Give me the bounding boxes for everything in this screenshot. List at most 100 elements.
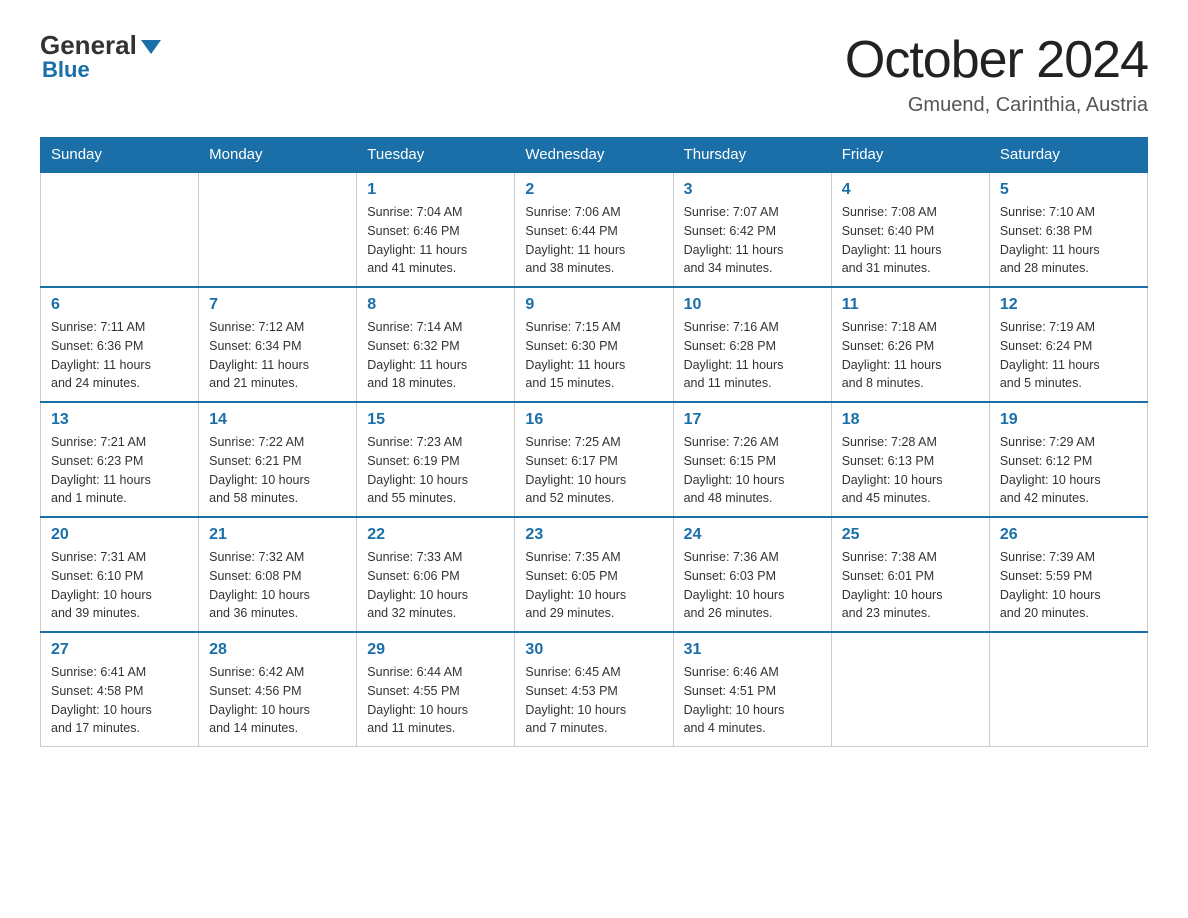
day-number: 16	[525, 411, 662, 429]
page-header: General Blue October 2024 Gmuend, Carint…	[40, 30, 1148, 117]
day-info: Sunrise: 7:35 AMSunset: 6:05 PMDaylight:…	[525, 548, 662, 623]
day-header-sunday: Sunday	[41, 138, 199, 173]
day-number: 18	[842, 411, 979, 429]
day-number: 31	[684, 641, 821, 659]
calendar-cell: 5Sunrise: 7:10 AMSunset: 6:38 PMDaylight…	[989, 172, 1147, 287]
calendar-cell: 6 Sunrise: 7:11 AMSunset: 6:36 PMDaylight…	[41, 287, 199, 402]
calendar-cell: 27 Sunrise: 6:41 AMSunset: 4:58 PMDayligh…	[41, 632, 199, 747]
calendar-cell: 11Sunrise: 7:18 AMSunset: 6:26 PMDayligh…	[831, 287, 989, 402]
calendar-cell: 31 Sunrise: 6:46 AMSunset: 4:51 PMDayligh…	[673, 632, 831, 747]
day-info: Sunrise: 7:11 AMSunset: 6:36 PMDaylight:…	[51, 318, 188, 393]
day-number: 14	[209, 411, 346, 429]
day-info: Sunrise: 7:08 AMSunset: 6:40 PMDaylight:…	[842, 203, 979, 278]
calendar-cell: 7 Sunrise: 7:12 AMSunset: 6:34 PMDaylight…	[199, 287, 357, 402]
day-info: Sunrise: 7:32 AMSunset: 6:08 PMDaylight:…	[209, 548, 346, 623]
day-number: 13	[51, 411, 188, 429]
day-info: Sunrise: 7:07 AMSunset: 6:42 PMDaylight:…	[684, 203, 821, 278]
day-number: 9	[525, 296, 662, 314]
day-info: Sunrise: 7:26 AMSunset: 6:15 PMDaylight:…	[684, 433, 821, 508]
day-info: Sunrise: 7:12 AMSunset: 6:34 PMDaylight:…	[209, 318, 346, 393]
week-row-2: 6 Sunrise: 7:11 AMSunset: 6:36 PMDaylight…	[41, 287, 1148, 402]
week-row-5: 27 Sunrise: 6:41 AMSunset: 4:58 PMDayligh…	[41, 632, 1148, 747]
day-info: Sunrise: 7:06 AMSunset: 6:44 PMDaylight:…	[525, 203, 662, 278]
day-number: 21	[209, 526, 346, 544]
calendar-cell: 4 Sunrise: 7:08 AMSunset: 6:40 PMDaylight…	[831, 172, 989, 287]
calendar-cell: 17 Sunrise: 7:26 AMSunset: 6:15 PMDayligh…	[673, 402, 831, 517]
calendar-cell: 14Sunrise: 7:22 AMSunset: 6:21 PMDayligh…	[199, 402, 357, 517]
calendar-cell: 16 Sunrise: 7:25 AMSunset: 6:17 PMDayligh…	[515, 402, 673, 517]
day-number: 25	[842, 526, 979, 544]
calendar-table: SundayMondayTuesdayWednesdayThursdayFrid…	[40, 137, 1148, 747]
logo-blue-text: Blue	[42, 57, 90, 83]
day-info: Sunrise: 7:14 AMSunset: 6:32 PMDaylight:…	[367, 318, 504, 393]
day-number: 6	[51, 296, 188, 314]
day-info: Sunrise: 6:42 AMSunset: 4:56 PMDaylight:…	[209, 663, 346, 738]
day-info: Sunrise: 7:36 AMSunset: 6:03 PMDaylight:…	[684, 548, 821, 623]
day-number: 1	[367, 181, 504, 199]
week-row-1: 1 Sunrise: 7:04 AMSunset: 6:46 PMDaylight…	[41, 172, 1148, 287]
day-number: 20	[51, 526, 188, 544]
day-number: 2	[525, 181, 662, 199]
calendar-cell	[41, 172, 199, 287]
day-header-thursday: Thursday	[673, 138, 831, 173]
calendar-cell: 23Sunrise: 7:35 AMSunset: 6:05 PMDayligh…	[515, 517, 673, 632]
day-number: 29	[367, 641, 504, 659]
day-info: Sunrise: 6:45 AMSunset: 4:53 PMDaylight:…	[525, 663, 662, 738]
day-number: 11	[842, 296, 979, 314]
calendar-cell: 2 Sunrise: 7:06 AMSunset: 6:44 PMDaylight…	[515, 172, 673, 287]
calendar-cell: 8 Sunrise: 7:14 AMSunset: 6:32 PMDaylight…	[357, 287, 515, 402]
day-info: Sunrise: 7:39 AMSunset: 5:59 PMDaylight:…	[1000, 548, 1137, 623]
calendar-cell: 1 Sunrise: 7:04 AMSunset: 6:46 PMDaylight…	[357, 172, 515, 287]
day-number: 10	[684, 296, 821, 314]
day-info: Sunrise: 6:41 AMSunset: 4:58 PMDaylight:…	[51, 663, 188, 738]
logo: General Blue	[40, 30, 161, 83]
calendar-cell: 18 Sunrise: 7:28 AMSunset: 6:13 PMDayligh…	[831, 402, 989, 517]
day-number: 19	[1000, 411, 1137, 429]
day-info: Sunrise: 7:21 AMSunset: 6:23 PMDaylight:…	[51, 433, 188, 508]
days-header-row: SundayMondayTuesdayWednesdayThursdayFrid…	[41, 138, 1148, 173]
calendar-cell: 9 Sunrise: 7:15 AMSunset: 6:30 PMDaylight…	[515, 287, 673, 402]
day-number: 7	[209, 296, 346, 314]
calendar-cell: 30Sunrise: 6:45 AMSunset: 4:53 PMDayligh…	[515, 632, 673, 747]
calendar-cell: 25 Sunrise: 7:38 AMSunset: 6:01 PMDayligh…	[831, 517, 989, 632]
day-info: Sunrise: 7:38 AMSunset: 6:01 PMDaylight:…	[842, 548, 979, 623]
day-info: Sunrise: 7:16 AMSunset: 6:28 PMDaylight:…	[684, 318, 821, 393]
title-block: October 2024 Gmuend, Carinthia, Austria	[845, 30, 1148, 117]
day-number: 17	[684, 411, 821, 429]
calendar-cell: 10 Sunrise: 7:16 AMSunset: 6:28 PMDayligh…	[673, 287, 831, 402]
day-info: Sunrise: 7:04 AMSunset: 6:46 PMDaylight:…	[367, 203, 504, 278]
day-number: 28	[209, 641, 346, 659]
calendar-cell: 29Sunrise: 6:44 AMSunset: 4:55 PMDayligh…	[357, 632, 515, 747]
day-number: 15	[367, 411, 504, 429]
day-number: 8	[367, 296, 504, 314]
logo-triangle-icon	[141, 40, 161, 54]
calendar-cell: 19Sunrise: 7:29 AMSunset: 6:12 PMDayligh…	[989, 402, 1147, 517]
day-number: 12	[1000, 296, 1137, 314]
calendar-cell: 12Sunrise: 7:19 AMSunset: 6:24 PMDayligh…	[989, 287, 1147, 402]
day-info: Sunrise: 7:10 AMSunset: 6:38 PMDaylight:…	[1000, 203, 1137, 278]
day-info: Sunrise: 7:33 AMSunset: 6:06 PMDaylight:…	[367, 548, 504, 623]
day-info: Sunrise: 7:15 AMSunset: 6:30 PMDaylight:…	[525, 318, 662, 393]
calendar-cell	[199, 172, 357, 287]
day-header-friday: Friday	[831, 138, 989, 173]
calendar-cell: 3 Sunrise: 7:07 AMSunset: 6:42 PMDaylight…	[673, 172, 831, 287]
day-info: Sunrise: 7:23 AMSunset: 6:19 PMDaylight:…	[367, 433, 504, 508]
day-header-monday: Monday	[199, 138, 357, 173]
calendar-cell	[831, 632, 989, 747]
day-number: 24	[684, 526, 821, 544]
day-header-tuesday: Tuesday	[357, 138, 515, 173]
calendar-cell: 26Sunrise: 7:39 AMSunset: 5:59 PMDayligh…	[989, 517, 1147, 632]
day-info: Sunrise: 7:25 AMSunset: 6:17 PMDaylight:…	[525, 433, 662, 508]
day-info: Sunrise: 7:28 AMSunset: 6:13 PMDaylight:…	[842, 433, 979, 508]
month-title: October 2024	[845, 30, 1148, 90]
calendar-cell: 13 Sunrise: 7:21 AMSunset: 6:23 PMDayligh…	[41, 402, 199, 517]
day-number: 3	[684, 181, 821, 199]
day-number: 27	[51, 641, 188, 659]
day-header-saturday: Saturday	[989, 138, 1147, 173]
location-text: Gmuend, Carinthia, Austria	[845, 94, 1148, 117]
day-info: Sunrise: 6:46 AMSunset: 4:51 PMDaylight:…	[684, 663, 821, 738]
day-number: 4	[842, 181, 979, 199]
day-info: Sunrise: 7:31 AMSunset: 6:10 PMDaylight:…	[51, 548, 188, 623]
calendar-cell: 15 Sunrise: 7:23 AMSunset: 6:19 PMDayligh…	[357, 402, 515, 517]
calendar-cell	[989, 632, 1147, 747]
